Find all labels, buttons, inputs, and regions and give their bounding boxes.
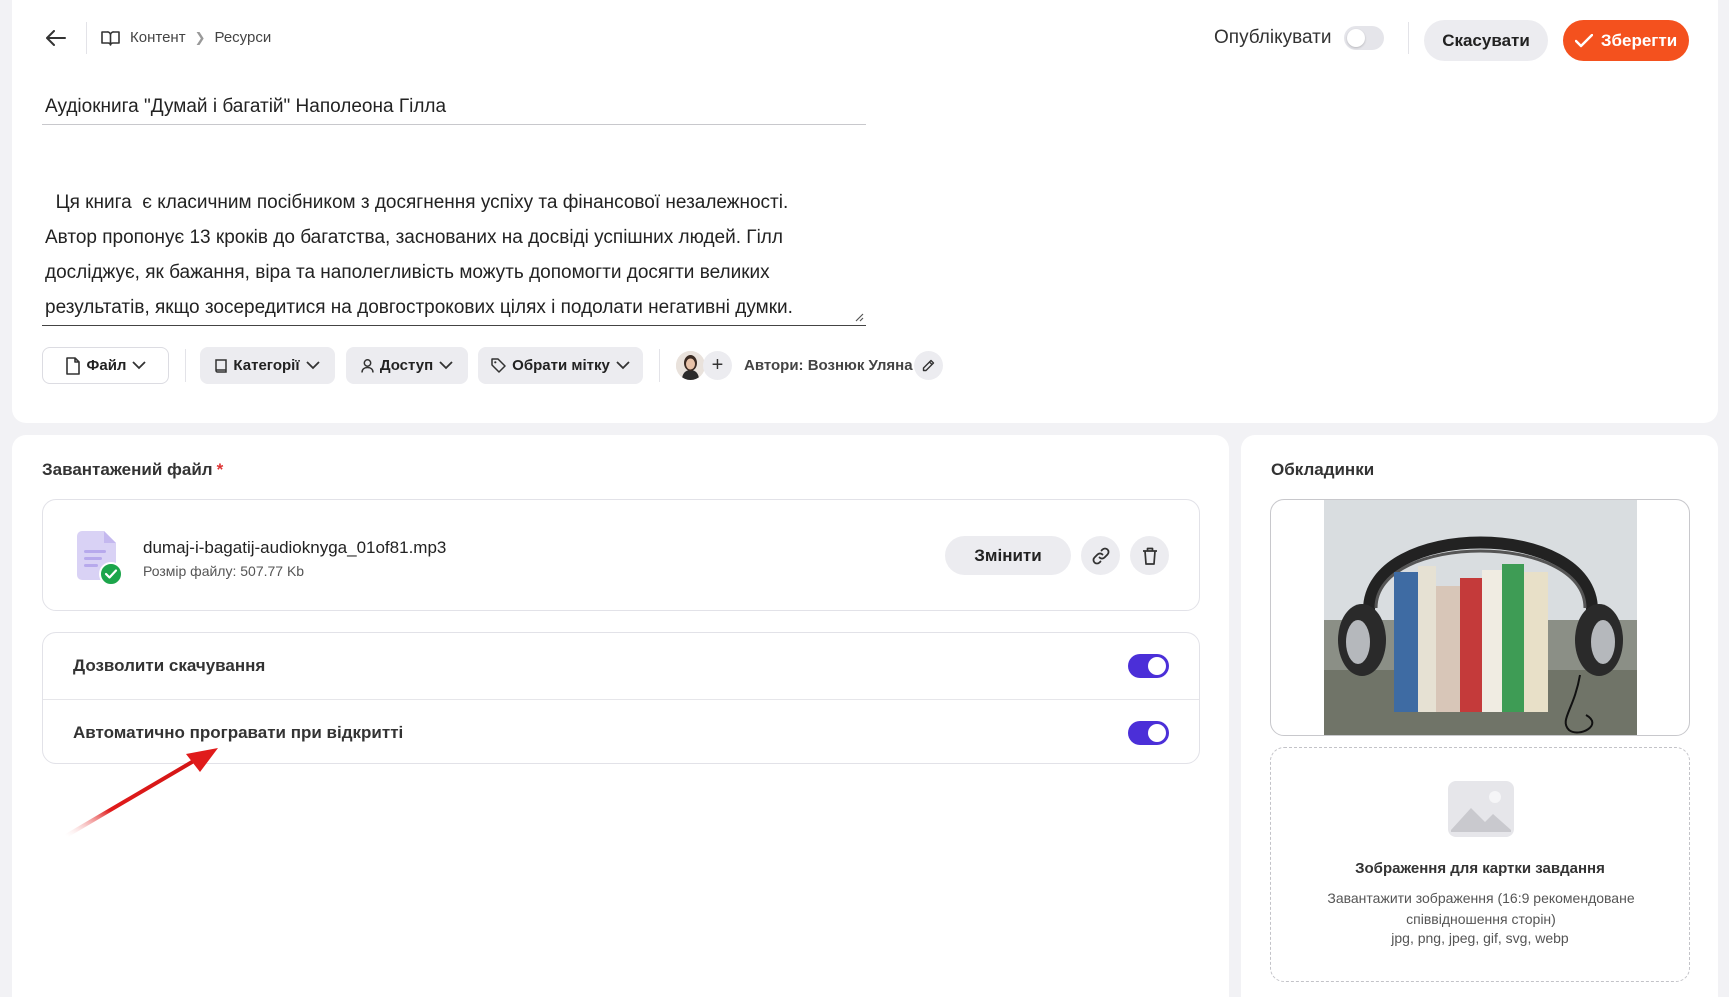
categories-label: Категорії [233,357,300,374]
chevron-right-icon: ❯ [194,29,206,45]
file-name: dumaj-i-bagatij-audioknyga_01of81.mp3 [143,538,447,557]
save-button[interactable]: Зберегти [1563,20,1689,61]
avatar [676,351,705,380]
check-icon [1574,33,1593,47]
autoplay-toggle[interactable] [1128,720,1169,745]
file-size: Розмір файлу: 507.77 Kb [143,563,305,579]
book-icon [215,358,228,373]
chevron-down-icon [132,361,147,370]
uploaded-file-title: Завантажений файл * [42,460,223,480]
upload-hint: Завантажити зображення (16:9 рекомендова… [1327,890,1635,927]
arrow-left-icon [46,30,66,46]
allow-download-row: Дозволити скачування [43,633,1199,699]
cancel-button[interactable]: Скасувати [1424,20,1548,61]
annotation-arrow [64,748,218,838]
trash-icon [1142,547,1157,565]
chevron-down-icon [439,361,453,370]
categories-dropdown[interactable]: Категорії [200,347,335,384]
allow-download-toggle[interactable] [1128,654,1169,678]
upload-formats: jpg, png, jpeg, gif, svg, webp [1391,930,1569,946]
access-label: Доступ [379,357,434,374]
plus-icon: + [711,354,724,376]
divider [1408,22,1409,54]
chevron-down-icon [616,361,630,370]
divider [185,349,186,382]
upload-title: Зображення для картки завдання [1355,860,1605,877]
file-dropdown[interactable]: Файл [42,347,169,384]
publish-label: Опублікувати [1214,27,1332,48]
tag-label: Обрати мітку [512,357,610,374]
breadcrumb-resources[interactable]: Ресурси [214,29,271,46]
headphones-books-image [1324,500,1637,735]
resize-handle-icon[interactable] [854,312,864,322]
divider [659,349,660,382]
breadcrumb: Контент ❯ Ресурси [101,29,271,46]
tag-dropdown[interactable]: Обрати мітку [478,347,643,384]
access-dropdown[interactable]: Доступ [346,347,468,384]
publish-toggle[interactable] [1343,26,1384,50]
file-icon [65,356,81,375]
pencil-icon [922,359,935,372]
audio-file-icon [77,531,123,586]
required-mark: * [216,460,224,479]
chevron-down-icon [305,361,320,370]
back-button[interactable] [44,26,68,50]
uploaded-file-title-text: Завантажений файл [42,460,213,479]
description-text: Ця книга є класичним посібником з досягн… [45,192,793,318]
change-file-button[interactable]: Змінити [945,536,1071,575]
copy-link-button[interactable] [1081,536,1120,575]
description-textarea[interactable]: Ця книга є класичним посібником з досягн… [42,150,866,326]
file-dropdown-label: Файл [86,357,127,374]
image-placeholder-icon [1448,781,1514,837]
divider [86,22,87,54]
allow-download-label: Дозволити скачування [73,656,266,675]
add-author-button[interactable]: + [703,351,732,380]
user-icon [361,358,374,373]
save-label: Зберегти [1600,30,1678,50]
edit-authors-button[interactable] [914,351,943,380]
link-icon [1092,547,1109,564]
tag-icon [491,358,506,373]
covers-title: Обкладинки [1271,460,1375,479]
file-card: dumaj-i-bagatij-audioknyga_01of81.mp3 Ро… [42,499,1200,611]
cover-upload-dropzone[interactable]: Зображення для картки завдання Завантажи… [1270,747,1690,982]
delete-file-button[interactable] [1130,536,1169,575]
title-input[interactable]: Аудіокнига "Думай і багатій" Наполеона Г… [42,90,866,125]
publish-control: Опублікувати [1214,26,1384,50]
authors-label: Автори: Вознюк Уляна [744,357,913,374]
breadcrumb-content[interactable]: Контент [130,29,186,46]
cover-image[interactable] [1270,499,1690,736]
book-icon [101,30,120,46]
